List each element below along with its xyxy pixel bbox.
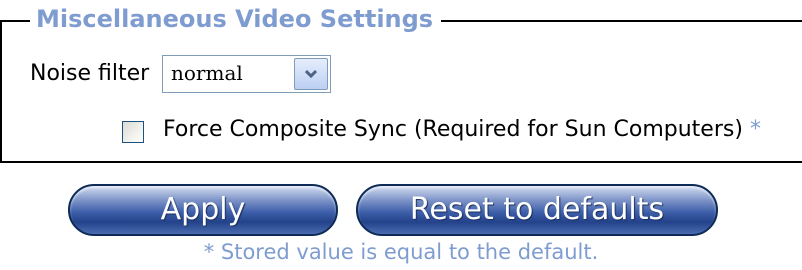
apply-button[interactable]: Apply bbox=[68, 184, 338, 236]
default-value-note: * Stored value is equal to the default. bbox=[203, 240, 599, 264]
noise-filter-value: normal bbox=[171, 61, 243, 85]
force-composite-sync-checkbox[interactable] bbox=[122, 121, 144, 143]
dropdown-button[interactable] bbox=[294, 58, 328, 90]
default-marker: * bbox=[749, 117, 761, 142]
chevron-down-icon bbox=[305, 69, 317, 79]
noise-filter-select[interactable]: normal bbox=[162, 55, 331, 93]
section-legend: Miscellaneous Video Settings bbox=[30, 3, 442, 35]
force-composite-sync-text: Force Composite Sync (Required for Sun C… bbox=[163, 117, 743, 142]
noise-filter-label: Noise filter bbox=[30, 61, 150, 86]
reset-to-defaults-button[interactable]: Reset to defaults bbox=[356, 184, 718, 236]
force-composite-sync-label: Force Composite Sync (Required for Sun C… bbox=[163, 115, 761, 145]
